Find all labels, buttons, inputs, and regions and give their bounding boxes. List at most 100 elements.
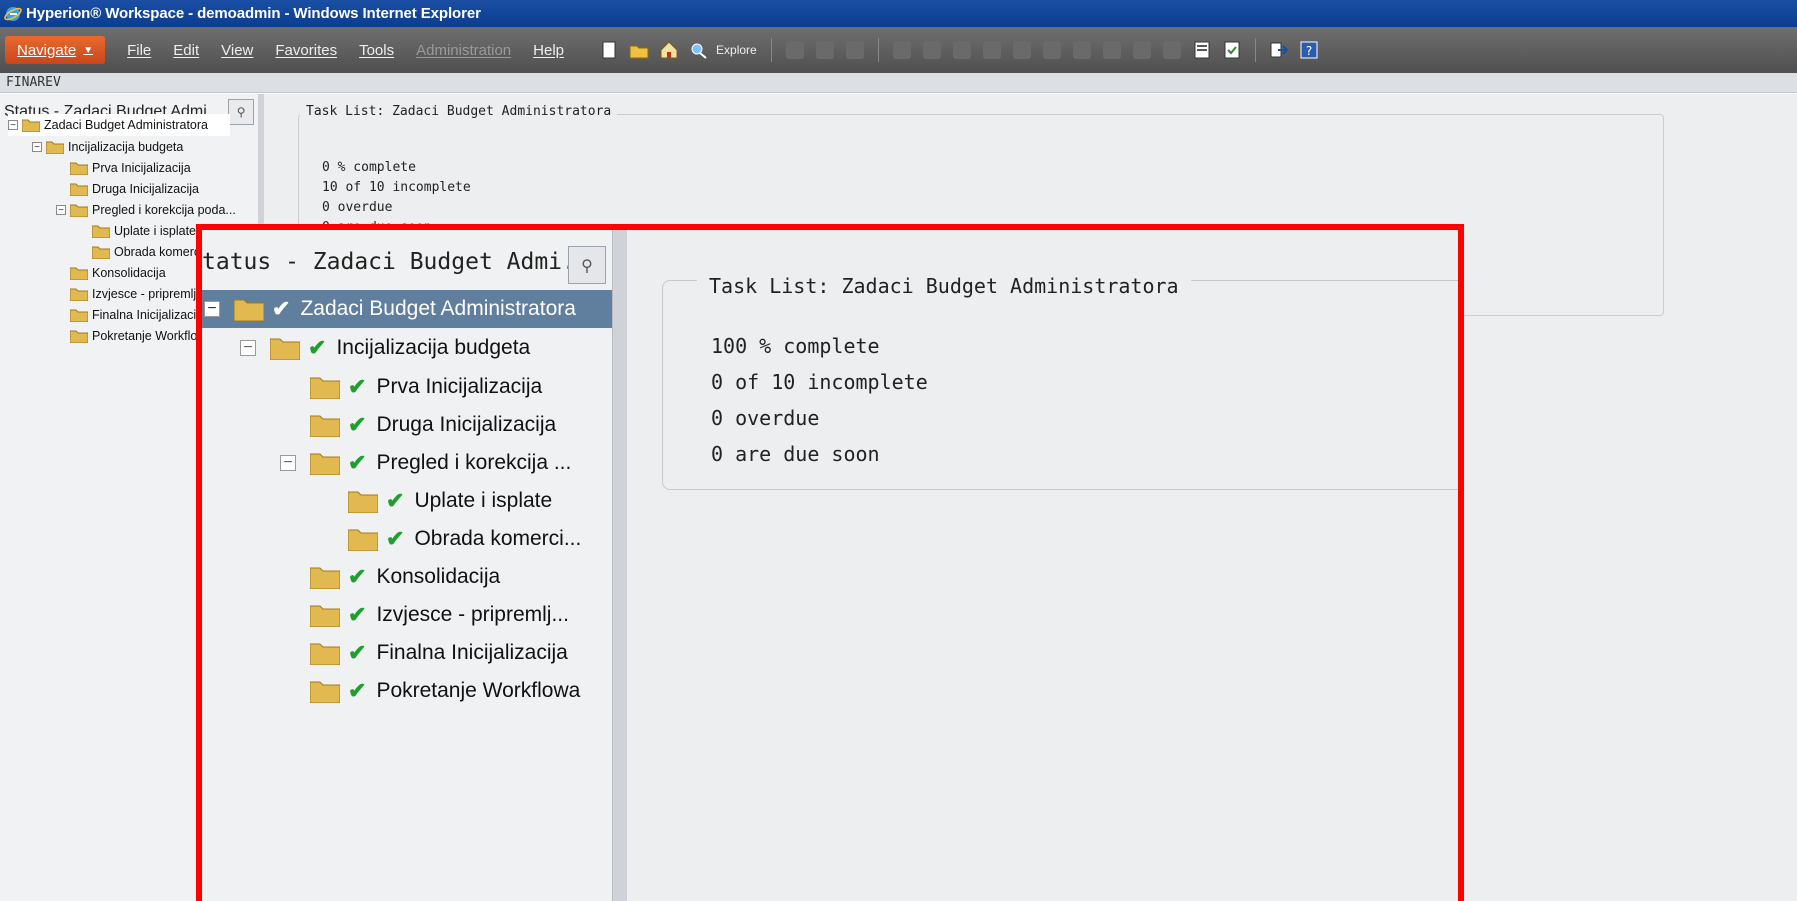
folder-icon [270, 338, 300, 360]
explore-icon[interactable] [688, 39, 710, 61]
folder-icon [92, 246, 110, 259]
tree-label: Prva Inicijalizacija [92, 161, 191, 175]
folder-icon [310, 377, 340, 399]
tree-item-uplate[interactable]: Uplate i isplate [92, 220, 196, 242]
tree-item-pokretanje[interactable]: Pokretanje Workflow [70, 325, 206, 347]
tree-label: Pokretanje Workflow [92, 329, 207, 343]
checkmark-icon: ✔ [272, 296, 291, 321]
tree-item-finalna[interactable]: Finalna Inicijalizacija [70, 304, 206, 326]
tree-label: Druga Inicijalizacija [92, 182, 199, 196]
help-icon[interactable]: ? [1298, 39, 1320, 61]
inset-tree-item-prva[interactable]: ✔ Prva Inicijalizacija [310, 368, 542, 406]
folder-icon [310, 605, 340, 627]
menu-help[interactable]: Help [533, 42, 564, 59]
inset-panel-header: tatus - Zadaci Budget Admi... [202, 244, 604, 280]
inset-tree-item-pokretanje[interactable]: ✔ Pokretanje Workflowa [310, 672, 580, 710]
inset-task-list-title: Task List: Zadaci Budget Administratora [697, 274, 1191, 298]
checkmark-icon: ✔ [308, 335, 327, 360]
properties-icon [1102, 41, 1121, 59]
open-folder-icon[interactable] [628, 39, 650, 61]
menu-edit[interactable]: Edit [173, 42, 199, 59]
tree-item-obrada[interactable]: Obrada komercij [92, 241, 206, 263]
folder-icon [310, 681, 340, 703]
task-list-title: Task List: Zadaci Budget Administratora [300, 104, 618, 119]
filter-icon[interactable]: ⚲ [568, 246, 606, 284]
folder-icon [310, 643, 340, 665]
explore-label[interactable]: Explore [716, 43, 757, 57]
tree-label: Finalna Inicijalizacija [376, 641, 568, 664]
stat-complete: 0 % complete [322, 160, 416, 175]
folder-icon [70, 309, 88, 322]
splitter[interactable] [612, 230, 628, 901]
checkmark-icon: ✔ [348, 412, 367, 437]
collapse-icon[interactable]: − [240, 340, 256, 356]
tree-label: Zadaci Budget Administratora [300, 297, 576, 320]
inset-tree-item-zadaci-budget[interactable]: − ✔ Zadaci Budget Administratora [202, 290, 612, 328]
toolbar: Explore ? [594, 38, 1324, 62]
menu-favorites[interactable]: Favorites [275, 42, 337, 59]
inset-task-list-panel: Task List: Zadaci Budget Administratora … [627, 230, 1458, 901]
checkmark-icon: ✔ [386, 526, 405, 551]
menu-administration[interactable]: Administration [416, 42, 511, 59]
tree-item-konsolidacija[interactable]: Konsolidacija [70, 262, 166, 284]
tree-label: Incijalizacija budgeta [68, 140, 184, 154]
save-icon [785, 41, 804, 59]
folder-icon [310, 453, 340, 475]
inset-stat-due-soon: 0 are due soon [711, 442, 880, 466]
inset-status-panel: tatus - Zadaci Budget Admi... ⚲ − ✔ Zada… [202, 230, 612, 901]
tree-label: Izvjesce - pripremlj... [376, 603, 569, 626]
toolbar-separator [770, 38, 772, 62]
collapse-icon[interactable]: − [56, 205, 66, 216]
checkmark-icon: ✔ [348, 564, 367, 589]
inset-stat-overdue: 0 overdue [711, 406, 820, 430]
navigate-label: Navigate [17, 41, 77, 59]
tree-item-pregled[interactable]: − Pregled i korekcija poda... [56, 199, 236, 221]
collapse-icon[interactable]: − [8, 120, 18, 131]
report-icon[interactable] [1191, 39, 1213, 61]
folder-icon [70, 162, 88, 175]
inset-tree-item-uplate[interactable]: ✔ Uplate i isplate [348, 482, 552, 520]
toolbar-separator [1254, 38, 1256, 62]
tree-label: Prva Inicijalizacija [376, 375, 543, 398]
folder-icon [70, 183, 88, 196]
folder-icon [70, 267, 88, 280]
filter-icon[interactable]: ⚲ [228, 99, 255, 125]
inset-tree-item-druga[interactable]: ✔ Druga Inicijalizacija [310, 406, 556, 444]
home-icon[interactable] [658, 39, 680, 61]
folder-icon [348, 491, 378, 513]
inset-tree-item-izvjesce[interactable]: ✔ Izvjesce - pripremlj... [310, 596, 569, 634]
tree-label: Finalna Inicijalizacija [92, 308, 206, 322]
tree-label: Druga Inicijalizacija [376, 413, 557, 436]
stat-overdue: 0 overdue [322, 200, 393, 215]
collapse-icon[interactable]: − [32, 142, 42, 153]
tree-item-zadaci-budget[interactable]: − Zadaci Budget Administratora [8, 114, 230, 136]
copy-icon [952, 41, 971, 59]
tree-item-incijalizacija[interactable]: − Incijalizacija budgeta [32, 136, 183, 158]
menu-view[interactable]: View [221, 42, 253, 59]
tree-item-druga[interactable]: Druga Inicijalizacija [70, 178, 199, 200]
tree-label: Pregled i korekcija poda... [92, 203, 236, 217]
menu-tools[interactable]: Tools [359, 42, 394, 59]
logoff-icon[interactable] [1268, 39, 1290, 61]
collapse-icon[interactable]: − [280, 455, 296, 471]
tree-item-izvjesce[interactable]: Izvjesce - pripremlje [70, 283, 203, 305]
tree-label: Konsolidacija [376, 565, 501, 588]
checkmark-icon: ✔ [348, 374, 367, 399]
collapse-icon[interactable]: − [204, 301, 220, 317]
chart-icon [1132, 41, 1151, 59]
inset-tree-item-pregled[interactable]: − ✔ Pregled i korekcija ... [280, 444, 571, 482]
navigate-button[interactable]: Navigate ▼ [5, 36, 106, 64]
inset-tree-item-incijalizacija[interactable]: − ✔ Incijalizacija budgeta [240, 329, 530, 367]
folder-icon [92, 225, 110, 238]
tree-label: Obrada komercij [114, 245, 206, 259]
menu-file[interactable]: File [127, 42, 151, 59]
folder-icon [310, 567, 340, 589]
inset-tree-item-konsolidacija[interactable]: ✔ Konsolidacija [310, 558, 500, 596]
tree-item-prva[interactable]: Prva Inicijalizacija [70, 157, 191, 179]
paste-icon [982, 41, 1001, 59]
checkmark-icon: ✔ [348, 678, 367, 703]
new-document-icon[interactable] [598, 39, 620, 61]
checklist-icon[interactable] [1221, 39, 1243, 61]
inset-tree-item-finalna[interactable]: ✔ Finalna Inicijalizacija [310, 634, 568, 672]
inset-tree-item-obrada[interactable]: ✔ Obrada komerci... [348, 520, 581, 558]
